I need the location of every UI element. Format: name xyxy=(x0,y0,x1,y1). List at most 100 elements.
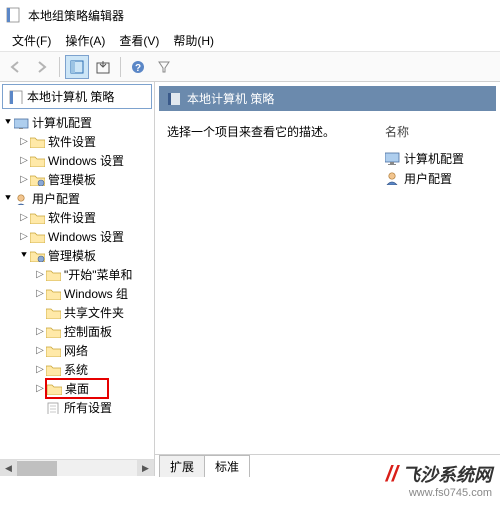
window-title: 本地组策略编辑器 xyxy=(28,7,124,24)
twisty-icon[interactable]: ▷ xyxy=(34,288,46,299)
column-header-name[interactable]: 名称 xyxy=(385,123,464,140)
list-item-label: 计算机配置 xyxy=(404,150,464,167)
folder-icon xyxy=(30,155,45,167)
tree-label: 软件设置 xyxy=(48,133,96,150)
folder-gear-icon xyxy=(30,250,45,262)
forward-button xyxy=(30,55,54,79)
twisty-icon[interactable]: ▷ xyxy=(18,231,30,242)
detail-pane: 本地计算机 策略 选择一个项目来查看它的描述。 名称 计算机配置 用户配置 扩展… xyxy=(155,82,500,476)
folder-icon xyxy=(30,212,45,224)
watermark-url: www.fs0745.com xyxy=(386,487,492,499)
folder-gear-icon xyxy=(30,174,45,186)
twisty-icon[interactable]: ▷ xyxy=(18,155,30,166)
user-icon xyxy=(385,171,400,185)
watermark-text: 飞沙系统网 xyxy=(402,461,492,487)
tree-label: 系统 xyxy=(64,361,88,378)
tree-label: Windows 设置 xyxy=(48,152,124,169)
pc-icon xyxy=(385,151,400,165)
menu-view[interactable]: 查看(V) xyxy=(113,30,165,51)
tree-item-start-menu[interactable]: ▷ "开始"菜单和 xyxy=(0,265,154,284)
tree-label: 软件设置 xyxy=(48,209,96,226)
tree-label: 用户配置 xyxy=(32,190,80,207)
back-button xyxy=(4,55,28,79)
twisty-icon[interactable]: ▷ xyxy=(18,212,30,223)
scroll-left-button[interactable]: ◀ xyxy=(0,460,17,477)
menu-help[interactable]: 帮助(H) xyxy=(167,30,220,51)
tree-label: 管理模板 xyxy=(48,247,96,264)
tree-label: 计算机配置 xyxy=(32,114,92,131)
tree-item-software-settings-2[interactable]: ▷ 软件设置 xyxy=(0,208,154,227)
list-item-label: 用户配置 xyxy=(404,170,452,187)
folder-icon xyxy=(46,269,61,281)
tree-scrollbar-h[interactable]: ◀ ▶ xyxy=(0,459,154,476)
menu-action[interactable]: 操作(A) xyxy=(59,30,111,51)
tree-label: 所有设置 xyxy=(64,399,112,416)
list-item-computer-config[interactable]: 计算机配置 xyxy=(385,148,464,168)
tree-item-shared-folders[interactable]: 共享文件夹 xyxy=(0,303,154,322)
tree-item-software-settings[interactable]: ▷ 软件设置 xyxy=(0,132,154,151)
tree-item-system[interactable]: ▷ 系统 xyxy=(0,360,154,379)
menu-bar: 文件(F) 操作(A) 查看(V) 帮助(H) xyxy=(0,30,500,52)
tree-item-control-panel[interactable]: ▷ 控制面板 xyxy=(0,322,154,341)
app-icon xyxy=(6,7,22,23)
twisty-icon[interactable]: ▷ xyxy=(34,345,46,356)
tree-label: 网络 xyxy=(64,342,88,359)
tree-label: 管理模板 xyxy=(48,171,96,188)
tab-extended[interactable]: 扩展 xyxy=(159,455,205,477)
folder-icon xyxy=(30,136,45,148)
folder-icon xyxy=(46,288,61,300)
tree-item-admin-templates[interactable]: ▷ 管理模板 xyxy=(0,170,154,189)
title-bar: 本地组策略编辑器 xyxy=(0,0,500,30)
tree-label: 共享文件夹 xyxy=(64,304,124,321)
twisty-icon[interactable]: ▷ xyxy=(18,136,30,147)
folder-icon xyxy=(46,307,61,319)
detail-header: 本地计算机 策略 xyxy=(159,86,496,111)
folder-icon xyxy=(46,364,61,376)
twisty-icon[interactable]: ⯆ xyxy=(18,250,30,261)
svg-text:?: ? xyxy=(135,63,141,74)
tab-standard[interactable]: 标准 xyxy=(204,455,250,477)
tree-item-network[interactable]: ▷ 网络 xyxy=(0,341,154,360)
tree-item-windows-settings-2[interactable]: ▷ Windows 设置 xyxy=(0,227,154,246)
scroll-right-button[interactable]: ▶ xyxy=(137,460,154,477)
detail-prompt: 选择一个项目来查看它的描述。 xyxy=(167,123,335,140)
detail-header-label: 本地计算机 策略 xyxy=(187,90,274,107)
tree-item-user-config[interactable]: ⯆ 用户配置 xyxy=(0,189,154,208)
twisty-icon[interactable]: ▷ xyxy=(18,174,30,185)
folder-icon xyxy=(46,326,61,338)
twisty-icon[interactable]: ▷ xyxy=(34,364,46,375)
folder-icon xyxy=(46,345,61,357)
user-icon xyxy=(14,193,29,205)
folder-icon xyxy=(47,383,62,395)
book-icon xyxy=(9,90,23,104)
twisty-icon[interactable]: ▷ xyxy=(34,269,46,280)
tree-pane: 本地计算机 策略 ⯆ 计算机配置 ▷ 软件设置 ▷ Windows 设置 ▷ 管… xyxy=(0,82,155,476)
scroll-thumb[interactable] xyxy=(17,461,57,476)
tree-item-all-settings[interactable]: 所有设置 xyxy=(0,398,154,417)
tree-item-computer-config[interactable]: ⯆ 计算机配置 xyxy=(0,113,154,132)
tree-root-label: 本地计算机 策略 xyxy=(27,88,114,105)
tree-root[interactable]: 本地计算机 策略 xyxy=(2,84,152,109)
list-item-user-config[interactable]: 用户配置 xyxy=(385,168,464,188)
tree-item-windows-settings[interactable]: ▷ Windows 设置 xyxy=(0,151,154,170)
twisty-icon[interactable]: ⯆ xyxy=(2,193,14,204)
watermark: //飞沙系统网 www.fs0745.com xyxy=(386,461,492,499)
watermark-slash-icon: // xyxy=(386,461,398,487)
filter-button[interactable] xyxy=(152,55,176,79)
tree-item-desktop[interactable]: ▷ 桌面 xyxy=(0,379,154,398)
show-tree-button[interactable] xyxy=(65,55,89,79)
pc-icon xyxy=(14,117,29,129)
tree-item-admin-templates-2[interactable]: ⯆ 管理模板 xyxy=(0,246,154,265)
book-icon xyxy=(167,92,181,106)
tree-item-windows-components[interactable]: ▷ Windows 组 xyxy=(0,284,154,303)
tree-label: 控制面板 xyxy=(64,323,112,340)
export-button[interactable] xyxy=(91,55,115,79)
twisty-icon[interactable]: ▷ xyxy=(34,326,46,337)
help-button[interactable]: ? xyxy=(126,55,150,79)
folder-icon xyxy=(30,231,45,243)
menu-file[interactable]: 文件(F) xyxy=(6,30,57,51)
tree-label: Windows 设置 xyxy=(48,228,124,245)
twisty-icon[interactable]: ⯆ xyxy=(2,117,14,128)
doc-icon xyxy=(46,402,61,414)
tree-label: "开始"菜单和 xyxy=(64,266,133,283)
